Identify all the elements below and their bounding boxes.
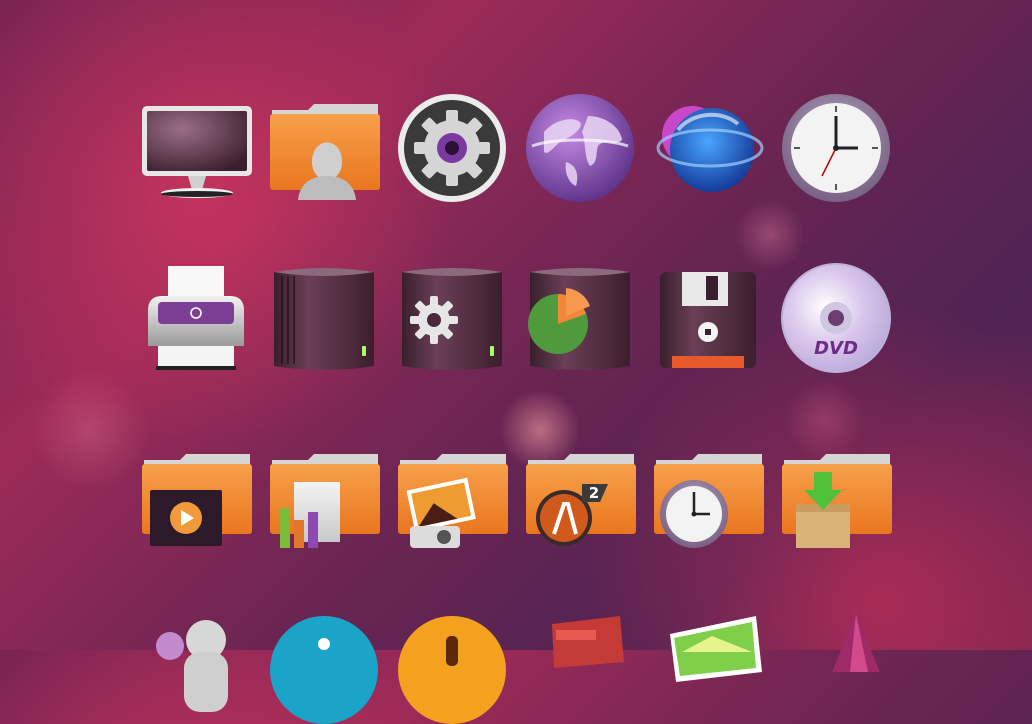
info-icon[interactable] xyxy=(268,612,380,724)
game-badge-number: 2 xyxy=(589,484,599,502)
desktop-icon-sheet: { "rows": [ { "icons": [ {"name": "monit… xyxy=(0,0,1032,724)
clock-folder-icon[interactable] xyxy=(652,450,764,562)
web-browser-globe-icon[interactable] xyxy=(524,92,636,204)
pictures-folder-icon[interactable] xyxy=(396,450,508,562)
clock-icon[interactable] xyxy=(780,92,892,204)
printer-icon[interactable] xyxy=(140,262,252,374)
videos-folder-icon[interactable] xyxy=(140,450,252,562)
documents-folder-icon[interactable] xyxy=(268,450,380,562)
dvd-disc-icon[interactable]: DVD xyxy=(780,262,892,374)
user-home-folder-icon[interactable] xyxy=(268,92,380,204)
floppy-disk-icon[interactable] xyxy=(652,262,764,374)
network-sphere-icon[interactable] xyxy=(652,92,764,204)
users-icon[interactable] xyxy=(140,612,252,724)
image-viewer-icon[interactable] xyxy=(652,612,764,724)
downloads-folder-icon[interactable] xyxy=(780,450,892,562)
warning-icon[interactable] xyxy=(396,612,508,724)
games-folder-icon[interactable]: 2 xyxy=(524,450,636,562)
dvd-label: DVD xyxy=(814,338,858,359)
system-drive-icon[interactable] xyxy=(396,262,508,374)
disk-usage-icon[interactable] xyxy=(524,262,636,374)
hard-drive-icon[interactable] xyxy=(268,262,380,374)
system-settings-icon[interactable] xyxy=(396,92,508,204)
archive-box-icon[interactable] xyxy=(524,612,636,724)
monitor-icon[interactable] xyxy=(140,92,252,204)
graphics-app-icon[interactable] xyxy=(780,612,892,724)
